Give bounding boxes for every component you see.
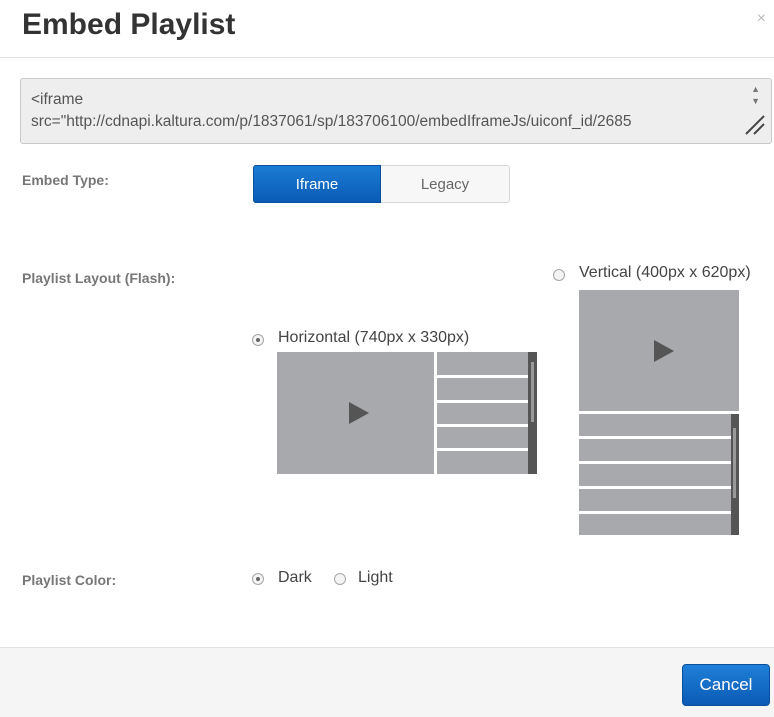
embed-code-line-2: src="http://cdnapi.kaltura.com/p/1837061… <box>31 113 632 130</box>
horizontal-layout-radio[interactable] <box>252 334 264 346</box>
preview-divider <box>434 352 437 474</box>
play-icon <box>654 340 674 362</box>
preview-list-line <box>437 448 528 451</box>
horizontal-layout-label: Horizontal (740px x 330px) <box>278 329 470 346</box>
preview-list-line <box>437 424 528 427</box>
preview-scrollbar <box>528 352 537 474</box>
dark-color-label: Dark <box>278 569 312 586</box>
embed-code-textarea[interactable]: <iframe src="http://cdnapi.kaltura.com/p… <box>20 78 772 144</box>
preview-list-line <box>579 461 731 464</box>
vertical-layout-preview[interactable] <box>579 290 739 535</box>
dark-color-radio[interactable] <box>252 573 264 585</box>
dialog-title: Embed Playlist <box>22 8 236 41</box>
embed-code-line-1: <iframe <box>31 91 84 108</box>
play-icon <box>349 402 369 424</box>
preview-scrollbar <box>731 414 739 535</box>
preview-video-area <box>277 352 434 474</box>
vertical-layout-label: Vertical (400px x 620px) <box>579 264 751 281</box>
close-icon[interactable]: × <box>757 10 766 28</box>
scroll-up-icon[interactable]: ▲ <box>751 84 760 94</box>
preview-list-line <box>579 486 731 489</box>
vertical-layout-radio[interactable] <box>553 269 565 281</box>
embed-type-legacy-button[interactable]: Legacy <box>381 165 510 203</box>
preview-scroll-thumb <box>733 428 736 498</box>
preview-list-line <box>579 436 731 439</box>
header-divider <box>0 57 774 58</box>
preview-list-line <box>579 511 731 514</box>
embed-type-iframe-button[interactable]: Iframe <box>253 165 381 203</box>
light-color-radio[interactable] <box>334 573 346 585</box>
cancel-button[interactable]: Cancel <box>682 664 770 706</box>
light-color-label: Light <box>358 569 393 586</box>
playlist-color-label: Playlist Color: <box>22 572 117 588</box>
playlist-layout-label: Playlist Layout (Flash): <box>22 270 176 286</box>
dialog-footer <box>0 647 774 717</box>
preview-list-line <box>437 400 528 403</box>
resize-handle-icon[interactable] <box>742 112 766 136</box>
horizontal-layout-preview[interactable] <box>277 352 537 474</box>
preview-scroll-thumb <box>531 362 534 422</box>
embed-type-label: Embed Type: <box>22 172 109 188</box>
scroll-down-icon[interactable]: ▼ <box>751 96 760 106</box>
preview-list-line <box>579 411 739 414</box>
embed-type-toggle: Iframe Legacy <box>253 165 510 203</box>
preview-list-line <box>437 375 528 378</box>
